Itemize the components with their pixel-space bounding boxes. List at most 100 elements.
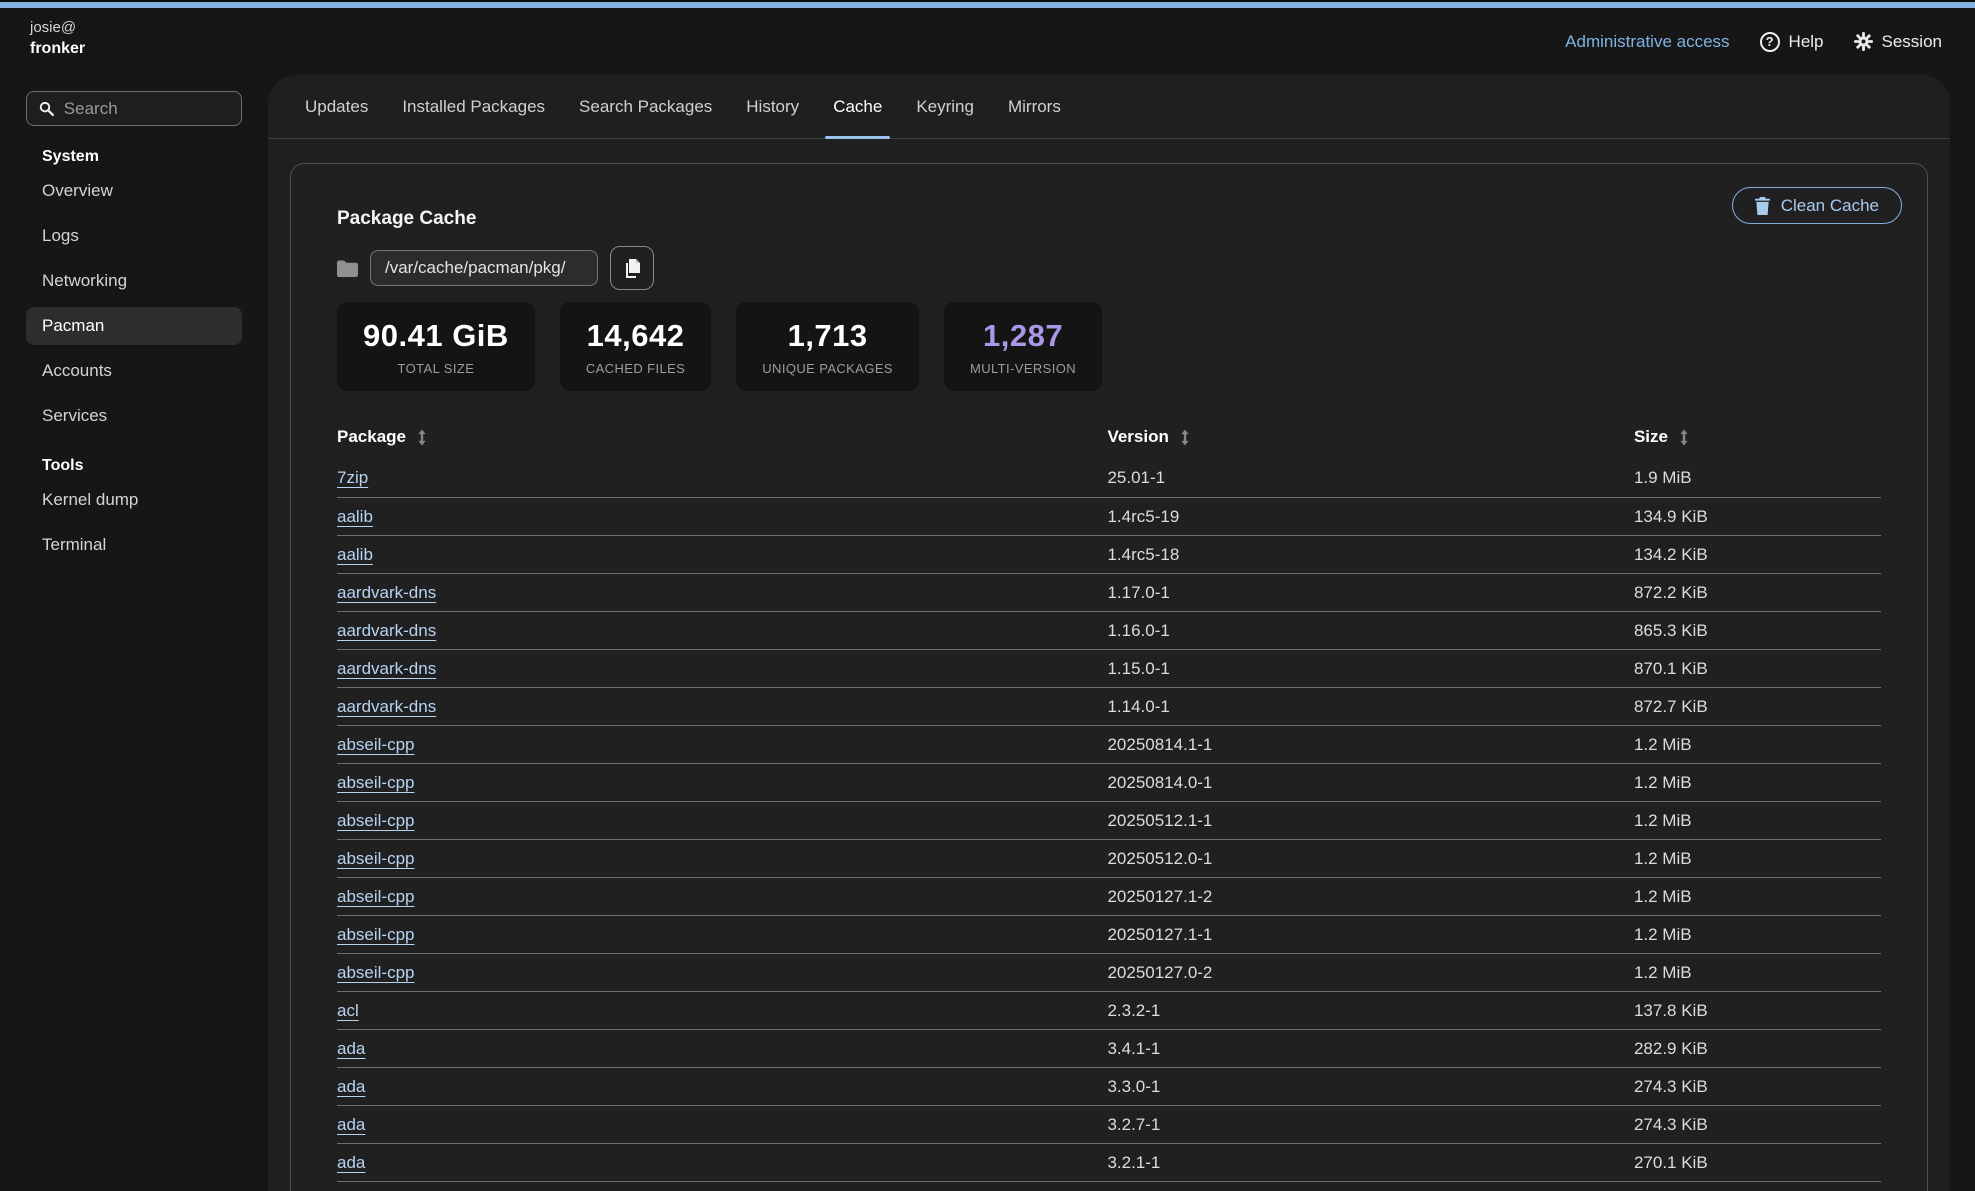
package-link[interactable]: aardvark-dns xyxy=(337,621,436,640)
tab-history[interactable]: History xyxy=(729,75,816,138)
sidebar-item-label: Accounts xyxy=(42,361,112,381)
size-cell: 1.2 MiB xyxy=(1634,963,1881,983)
version-cell: 25.01-1 xyxy=(1107,468,1634,488)
column-header-size[interactable]: Size xyxy=(1634,427,1881,447)
stat-label: UNIQUE PACKAGES xyxy=(762,361,893,376)
size-cell: 872.2 KiB xyxy=(1634,583,1881,603)
package-link[interactable]: abseil-cpp xyxy=(337,887,415,906)
sidebar: System Overview Logs Networking Pacman A… xyxy=(0,75,268,1191)
package-link[interactable]: abseil-cpp xyxy=(337,925,415,944)
table-row: abseil-cpp 20250127.1-1 1.2 MiB xyxy=(337,915,1881,953)
stat-value: 1,713 xyxy=(762,318,893,354)
package-link[interactable]: aalib xyxy=(337,507,373,526)
package-link[interactable]: aardvark-dns xyxy=(337,697,436,716)
package-link[interactable]: aardvark-dns xyxy=(337,583,436,602)
sidebar-item-accounts[interactable]: Accounts xyxy=(26,352,242,390)
package-link[interactable]: ada xyxy=(337,1039,365,1058)
package-link[interactable]: abseil-cpp xyxy=(337,849,415,868)
size-cell: 282.9 KiB xyxy=(1634,1039,1881,1059)
size-cell: 1.2 MiB xyxy=(1634,925,1881,945)
table-row: aardvark-dns 1.16.0-1 865.3 KiB xyxy=(337,611,1881,649)
tab-mirrors[interactable]: Mirrors xyxy=(991,75,1078,138)
stat-value: 90.41 GiB xyxy=(363,318,509,354)
sidebar-item-kernel-dump[interactable]: Kernel dump xyxy=(26,481,242,519)
version-cell: 20250127.1-2 xyxy=(1107,887,1634,907)
cache-path-row xyxy=(337,246,1881,290)
masthead: josie@ fronker Administrative access ? H… xyxy=(0,8,1975,75)
package-link[interactable]: ada xyxy=(337,1115,365,1134)
size-cell: 134.9 KiB xyxy=(1634,507,1881,527)
card-title: Package Cache xyxy=(337,208,1881,230)
sidebar-search[interactable] xyxy=(26,91,242,126)
stat-tile-multi-version: 1,287 MULTI-VERSION xyxy=(944,302,1102,391)
search-icon xyxy=(39,100,54,117)
sidebar-item-services[interactable]: Services xyxy=(26,397,242,435)
tab-label: Search Packages xyxy=(579,97,712,117)
logged-in-user: josie@ xyxy=(30,19,85,36)
sidebar-item-label: Logs xyxy=(42,226,79,246)
tab-installed-packages[interactable]: Installed Packages xyxy=(385,75,562,138)
package-link[interactable]: abseil-cpp xyxy=(337,811,415,830)
sidebar-item-terminal[interactable]: Terminal xyxy=(26,526,242,564)
table-row: acl 2.3.2-1 137.8 KiB xyxy=(337,991,1881,1029)
package-table: Package Version xyxy=(337,421,1881,1191)
sidebar-item-overview[interactable]: Overview xyxy=(26,172,242,210)
search-input[interactable] xyxy=(64,99,229,119)
package-link[interactable]: abseil-cpp xyxy=(337,735,415,754)
package-link[interactable]: abseil-cpp xyxy=(337,963,415,982)
tab-updates[interactable]: Updates xyxy=(288,75,385,138)
administrative-access-link[interactable]: Administrative access xyxy=(1565,32,1729,52)
stat-label: CACHED FILES xyxy=(586,361,685,376)
version-cell: 20250512.0-1 xyxy=(1107,849,1634,869)
package-link[interactable]: ada xyxy=(337,1153,365,1172)
session-menu[interactable]: Session xyxy=(1854,32,1942,52)
package-link[interactable]: aardvark-dns xyxy=(337,659,436,678)
size-cell: 137.8 KiB xyxy=(1634,1001,1881,1021)
version-cell: 1.4rc5-19 xyxy=(1107,507,1634,527)
size-cell: 274.3 KiB xyxy=(1634,1077,1881,1097)
help-menu[interactable]: ? Help xyxy=(1760,32,1824,52)
sidebar-item-pacman[interactable]: Pacman xyxy=(26,307,242,345)
tab-cache[interactable]: Cache xyxy=(816,75,899,138)
stat-value: 14,642 xyxy=(586,318,685,354)
table-row: abseil-cpp 20250814.0-1 1.2 MiB xyxy=(337,763,1881,801)
copy-path-button[interactable] xyxy=(610,246,654,290)
tab-label: Installed Packages xyxy=(402,97,545,117)
column-header-version[interactable]: Version xyxy=(1107,427,1634,447)
version-cell: 2.3.2-1 xyxy=(1107,1001,1634,1021)
card-body: Package Cache 90.41 GiB TOTAL SIZE 14,64… xyxy=(291,164,1927,1191)
package-link[interactable]: ada xyxy=(337,1077,365,1096)
clean-cache-button[interactable]: Clean Cache xyxy=(1732,187,1902,224)
size-cell: 134.2 KiB xyxy=(1634,545,1881,565)
main-panel: Updates Installed Packages Search Packag… xyxy=(268,75,1950,1191)
sidebar-item-logs[interactable]: Logs xyxy=(26,217,242,255)
sidebar-item-label: Networking xyxy=(42,271,127,291)
size-cell: 1.2 MiB xyxy=(1634,887,1881,907)
package-link[interactable]: acl xyxy=(337,1001,359,1020)
column-header-package[interactable]: Package xyxy=(337,427,1107,447)
table-row: ada 3.2.1-1 270.1 KiB xyxy=(337,1143,1881,1181)
package-link[interactable]: abseil-cpp xyxy=(337,773,415,792)
copy-icon xyxy=(623,258,642,279)
version-cell: 1.14.0-1 xyxy=(1107,697,1634,717)
sidebar-item-label: Services xyxy=(42,406,107,426)
package-link[interactable]: 7zip xyxy=(337,468,368,487)
sidebar-nav: System Overview Logs Networking Pacman A… xyxy=(0,148,268,564)
masthead-actions: Administrative access ? Help xyxy=(1565,8,1942,75)
table-row: aardvark-dns 1.15.0-1 870.1 KiB xyxy=(337,649,1881,687)
table-row: aalib 1.4rc5-18 134.2 KiB xyxy=(337,535,1881,573)
version-cell: 1.16.0-1 xyxy=(1107,621,1634,641)
tab-search-packages[interactable]: Search Packages xyxy=(562,75,729,138)
cache-path-input[interactable] xyxy=(370,250,598,286)
sidebar-item-label: Kernel dump xyxy=(42,490,138,510)
sidebar-item-networking[interactable]: Networking xyxy=(26,262,242,300)
version-cell: 20250814.1-1 xyxy=(1107,735,1634,755)
tab-keyring[interactable]: Keyring xyxy=(899,75,991,138)
tab-label: Updates xyxy=(305,97,368,117)
version-cell: 20250127.0-2 xyxy=(1107,963,1634,983)
package-link[interactable]: aalib xyxy=(337,545,373,564)
size-cell: 1.2 MiB xyxy=(1634,849,1881,869)
version-cell: 3.4.1-1 xyxy=(1107,1039,1634,1059)
version-cell: 1.15.0-1 xyxy=(1107,659,1634,679)
table-row: aalib 1.4rc5-19 134.9 KiB xyxy=(337,497,1881,535)
